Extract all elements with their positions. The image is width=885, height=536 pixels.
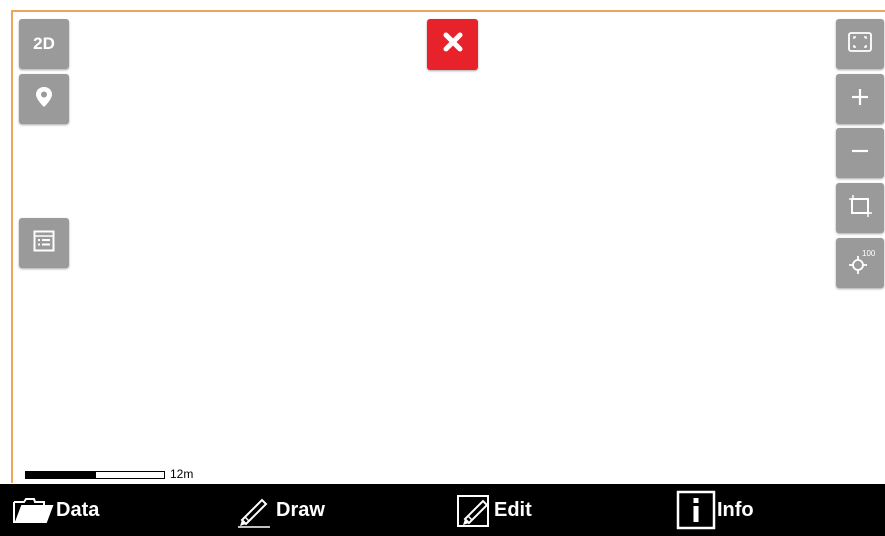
select-area-button[interactable]	[836, 183, 884, 233]
info-icon	[676, 489, 716, 531]
view-mode-label: 2D	[33, 34, 55, 53]
crop-icon	[847, 194, 873, 223]
nav-info[interactable]: Info	[676, 484, 754, 536]
pencil-icon	[236, 492, 272, 528]
nav-edit[interactable]: Edit	[456, 484, 532, 536]
nav-draw[interactable]: Draw	[236, 484, 325, 536]
gps-accuracy-label: 100	[862, 249, 876, 258]
folder-icon	[12, 496, 54, 524]
location-button[interactable]	[19, 74, 69, 124]
scale-bar: 12m	[25, 467, 194, 481]
minus-icon	[850, 141, 870, 166]
gps-button[interactable]: 100	[836, 238, 884, 288]
nav-info-label: Info	[717, 498, 754, 521]
nav-edit-label: Edit	[494, 498, 532, 521]
nav-data-label: Data	[56, 498, 100, 521]
layer-list-icon	[32, 229, 56, 258]
gps-crosshair-icon: 100	[845, 248, 875, 278]
nav-data[interactable]: Data	[12, 484, 99, 536]
map-canvas[interactable]	[11, 10, 885, 483]
scale-bar-track	[25, 470, 165, 479]
bottom-nav: Data Draw Edit Info	[0, 484, 885, 536]
scale-bar-fill	[26, 471, 96, 478]
zoom-out-button[interactable]	[836, 128, 884, 178]
legend-button[interactable]	[19, 218, 69, 268]
map-pin-icon	[34, 86, 54, 113]
close-button[interactable]	[427, 19, 478, 70]
edit-icon	[456, 492, 492, 528]
close-x-icon	[442, 31, 464, 58]
fullscreen-icon	[847, 31, 873, 58]
zoom-in-button[interactable]	[836, 74, 884, 124]
fullscreen-button[interactable]	[836, 19, 884, 69]
nav-draw-label: Draw	[276, 498, 325, 521]
scale-bar-label: 12m	[170, 467, 194, 481]
plus-icon	[850, 87, 870, 112]
view-mode-button[interactable]: 2D	[19, 19, 69, 69]
